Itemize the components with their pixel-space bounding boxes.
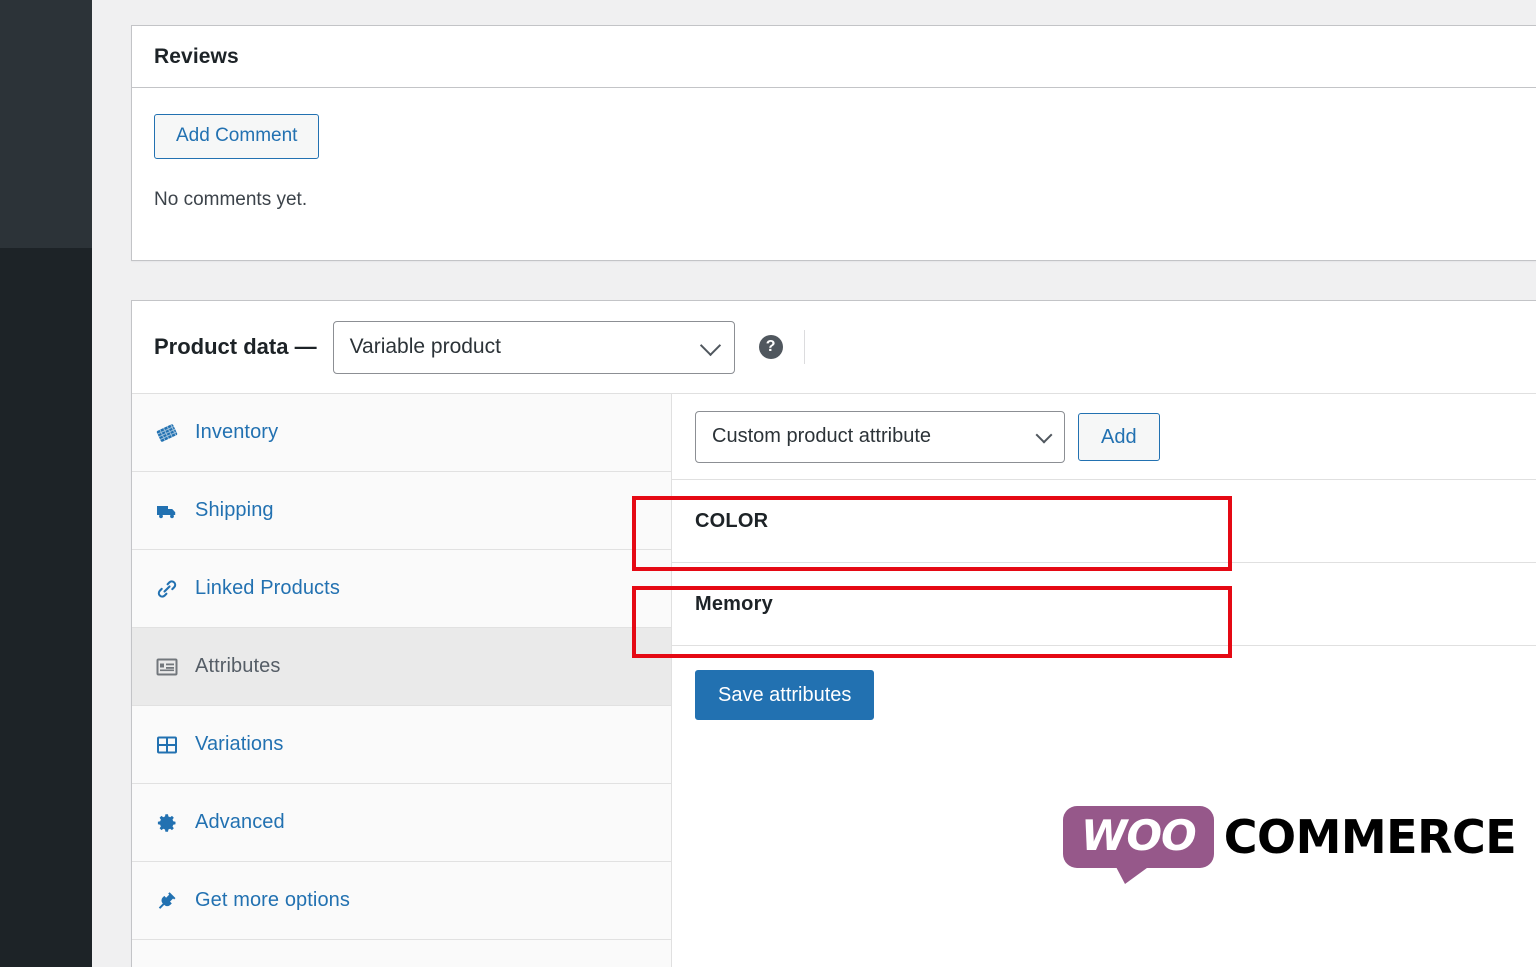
tab-inventory-label: Inventory [195,421,279,443]
variations-icon [155,733,179,757]
header-divider [803,330,805,364]
product-data-panels: Inventory Shipping Linked Products Attri… [132,394,1536,967]
woocommerce-logo: WOO COMMERCE [1063,806,1517,884]
woo-wordmark: WOO [1081,811,1197,860]
admin-bar [0,0,92,248]
add-attribute-button[interactable]: Add [1078,412,1160,461]
tab-attributes[interactable]: Attributes [132,628,671,706]
tab-variations-label: Variations [195,733,284,755]
tab-linked-products[interactable]: Linked Products [132,550,671,628]
reviews-metabox: Reviews Add Comment No comments yet. [131,25,1536,261]
attribute-row-color[interactable]: COLOR [672,480,1536,563]
tab-linked-products-label: Linked Products [195,577,340,599]
tab-get-more-options[interactable]: Get more options [132,862,671,940]
reviews-header: Reviews [132,26,1536,88]
attributes-icon [155,655,179,679]
attributes-toolbar: Custom product attribute Add [672,394,1536,480]
no-comments-text: No comments yet. [154,188,308,210]
commerce-wordmark: COMMERCE [1223,810,1517,864]
inventory-icon [155,421,179,445]
attributes-panel: Custom product attribute Add COLOR Memor… [672,394,1536,967]
attributes-actions: Save attributes [672,646,1536,720]
tab-get-more-options-label: Get more options [195,889,351,911]
attribute-type-value: Custom product attribute [712,425,931,447]
link-icon [155,577,179,601]
product-type-select[interactable]: Variable product [332,320,735,374]
shipping-icon [155,499,179,523]
add-comment-button[interactable]: Add Comment [154,114,320,159]
tab-shipping-label: Shipping [195,499,274,521]
tab-overflow[interactable] [132,940,671,967]
reviews-body: Add Comment No comments yet. [132,88,1536,211]
help-icon[interactable]: ? [758,335,783,359]
tab-inventory[interactable]: Inventory [132,394,671,472]
tab-advanced[interactable]: Advanced [132,784,671,862]
product-data-title: Product data — [154,334,317,359]
gear-icon [155,811,179,835]
tab-advanced-label: Advanced [195,811,285,833]
product-data-tab-list: Inventory Shipping Linked Products Attri… [132,394,672,967]
reviews-title: Reviews [154,44,239,68]
save-attributes-button[interactable]: Save attributes [695,670,875,720]
tab-attributes-label: Attributes [195,655,281,677]
attribute-name: Memory [695,592,773,615]
product-data-header: Product data — Variable product ? [132,301,1536,394]
admin-menu-sidebar[interactable]: u [0,248,92,967]
attribute-type-select[interactable]: Custom product attribute [695,410,1065,463]
product-type-value: Variable product [349,335,501,358]
screen: u Reviews Add Comment No comments yet. P… [0,0,1536,967]
plugin-icon [155,889,179,913]
woo-bubble-icon: WOO [1063,806,1214,884]
chevron-down-icon [1035,426,1053,443]
attribute-name: COLOR [695,509,769,532]
tab-shipping[interactable]: Shipping [132,472,671,550]
tab-variations[interactable]: Variations [132,706,671,784]
chevron-down-icon [699,334,721,357]
attribute-row-memory[interactable]: Memory [672,563,1536,646]
